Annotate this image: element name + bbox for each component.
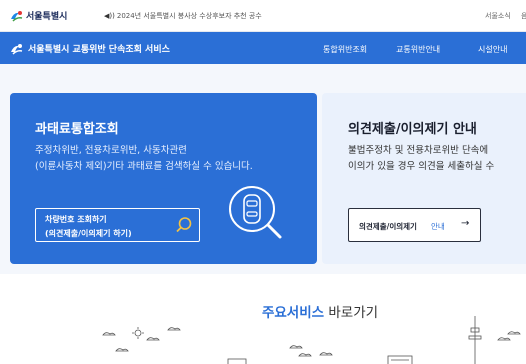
objection-guide-button-accent: 안내 xyxy=(431,222,445,231)
vehicle-search-button-sublabel: (의견제출/이의제기 하기) xyxy=(45,229,132,238)
top-utility-bar: 서울특별시 ◀)) 2024년 서울특별시 봉사상 수상후보자 추천 공수 서울… xyxy=(0,0,526,32)
fine-search-description: 주정차위반, 전용차로위반, 사동차관련 (이륜사동차 제외)기타 과태료를 검… xyxy=(35,143,253,175)
objection-guide-button-label: 의견제출/이의제기 xyxy=(359,222,417,231)
fine-desc-line2: (이륜사동차 제외)기타 과태료를 검색하실 수 있습니다. xyxy=(35,161,253,172)
objection-desc-line1: 불법주정차 및 전용차로위반 단속에 xyxy=(348,145,489,156)
main-navbar: 서울특별시 교통위반 단속조회 서비스 통합위반조회 교통위반안내 시설안내 xyxy=(0,32,526,64)
seoul-logo-icon xyxy=(11,10,23,22)
seoul-logo[interactable]: 서울특별시 xyxy=(10,9,67,22)
service-brand[interactable]: 서울특별시 교통위반 단속조회 서비스 xyxy=(10,42,170,55)
service-title: 서울특별시 교통위반 단속조회 서비스 xyxy=(28,45,170,55)
nav-item-violation-guide[interactable]: 교통위반안내 xyxy=(396,44,440,55)
search-icon xyxy=(176,217,192,233)
top-extra-link[interactable]: 음 xyxy=(521,11,526,21)
notice-text: 2024년 서울특별시 봉사상 수상후보자 추천 공수 xyxy=(116,12,262,20)
fine-search-card: 과태료통합조회 주정차위반, 전용차로위반, 사동차관련 (이륜사동차 제외)기… xyxy=(10,93,317,264)
speaker-icon: ◀)) xyxy=(104,12,115,20)
vehicle-search-button-label: 차량번호 조회하기 xyxy=(45,215,107,224)
nav-item-facility-guide[interactable]: 시설안내 xyxy=(478,44,507,55)
logo-text: 서울특별시 xyxy=(26,12,68,22)
fine-search-title: 과태료통합조회 xyxy=(35,122,119,137)
objection-guide-title: 의견제출/이의제기 안내 xyxy=(348,122,477,137)
city-illustration xyxy=(102,316,521,364)
seoul-logo-icon xyxy=(11,43,23,55)
car-scan-icon xyxy=(229,186,282,239)
objection-guide-card: 의견제출/이의제기 안내 불법주정차 및 전용차로위반 단속에 이의가 있을 경… xyxy=(322,93,526,264)
objection-desc-line2: 이의가 있을 경우 의견을 세출하실 수 xyxy=(348,161,495,172)
arrow-right-icon: → xyxy=(461,218,470,229)
notice-ticker[interactable]: ◀)) 2024년 서울특별시 봉사상 수상후보자 추천 공수 xyxy=(104,11,262,21)
fine-desc-line1: 주정차위반, 전용차로위반, 사동차관련 xyxy=(35,145,187,156)
objection-guide-button[interactable]: 의견제출/이의제기 안내 → xyxy=(348,208,481,242)
vehicle-search-button[interactable]: 차량번호 조회하기 (의견제출/이의제기 하기) xyxy=(35,208,200,242)
nav-item-integrated-search[interactable]: 통합위반조회 xyxy=(323,44,367,55)
seoul-news-link[interactable]: 서울소식 xyxy=(485,11,511,21)
objection-guide-description: 불법주정차 및 전용차로위반 단속에 이의가 있을 경우 의견을 세출하실 수 xyxy=(348,143,494,175)
